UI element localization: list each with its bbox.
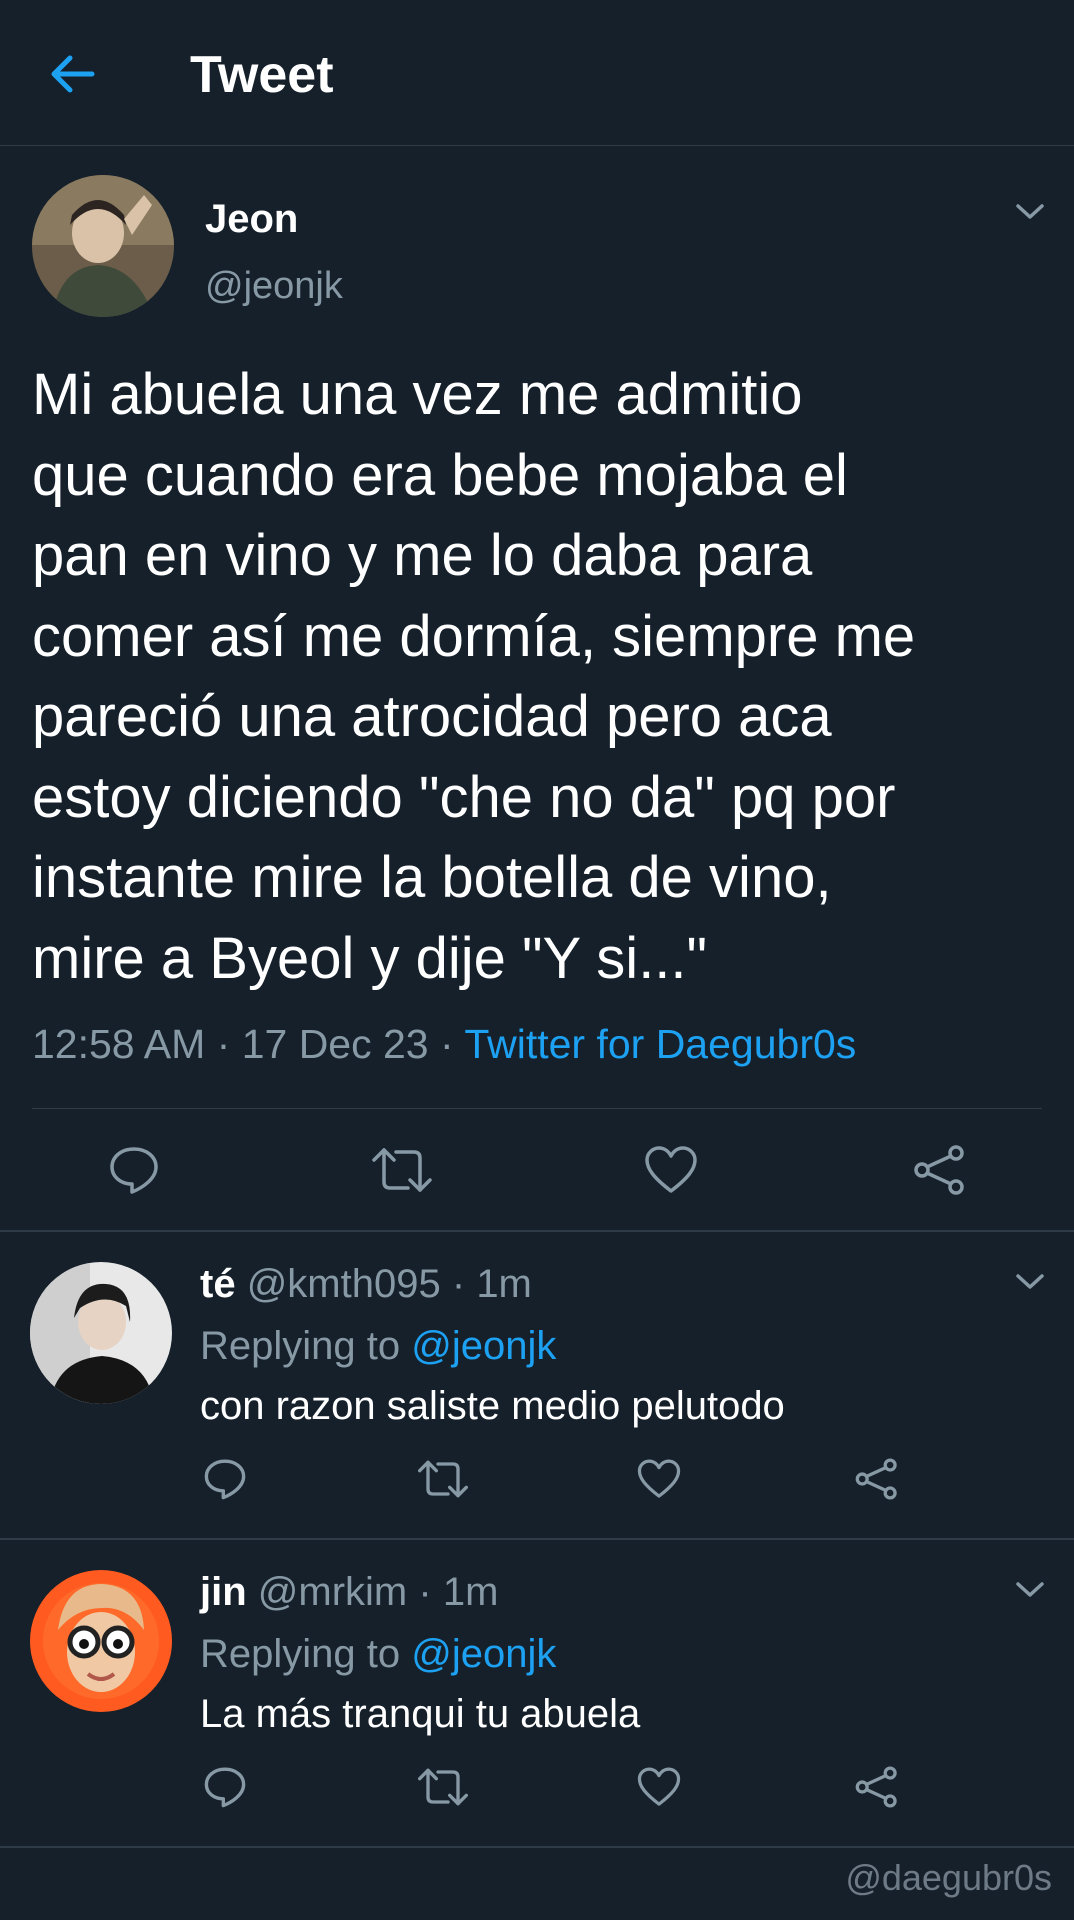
share-button[interactable]: [910, 1140, 970, 1200]
reply-tweet[interactable]: té @kmth095 · 1m Replying to @jeonjk con…: [0, 1232, 1074, 1540]
replying-to-mention[interactable]: @jeonjk: [411, 1632, 556, 1676]
chevron-down-icon: [1016, 1582, 1044, 1597]
tweet-text-line: instante mire la botella de vino,: [32, 845, 832, 910]
back-button[interactable]: [42, 46, 102, 102]
retweet-icon: [372, 1148, 432, 1192]
avatar-image: [32, 175, 174, 317]
avatar[interactable]: [30, 1570, 172, 1712]
author-name[interactable]: Jeon: [205, 197, 298, 242]
chevron-down-icon: [1016, 1274, 1044, 1289]
retweet-icon: [418, 1768, 468, 1806]
replying-to-label: Replying to: [200, 1324, 401, 1368]
tweet-text-line: comer así me dormía, siempre me: [32, 603, 916, 669]
tweet-meta: 12:58 AM · 17 Dec 23 · Twitter for Daegu…: [32, 1021, 856, 1068]
heart-icon: [637, 1767, 681, 1806]
replying-to: Replying to @jeonjk: [200, 1324, 556, 1369]
reply-button[interactable]: [200, 1454, 250, 1504]
top-bar: Tweet: [0, 0, 1074, 146]
tweet-menu-button[interactable]: [1010, 192, 1050, 232]
reply-tweet[interactable]: jin @mrkim · 1m Replying to @jeonjk La m…: [0, 1540, 1074, 1848]
reply-actions: [0, 1762, 1074, 1812]
reply-icon: [110, 1147, 158, 1194]
page-title: Tweet: [190, 46, 334, 104]
heart-icon: [645, 1146, 697, 1193]
tweet-text-line: estoy diciendo "che no da" pq por: [32, 764, 896, 830]
reply-time: 1m: [476, 1262, 532, 1306]
meta-separator: ·: [451, 1262, 466, 1306]
tweet-actions: [0, 1140, 1074, 1200]
reply-author-name[interactable]: té: [200, 1262, 236, 1306]
arrow-left-icon: [51, 55, 95, 93]
reply-menu-button[interactable]: [1010, 1570, 1050, 1610]
reply-header: jin @mrkim · 1m: [200, 1570, 498, 1615]
tweet-source-link[interactable]: Twitter for Daegubr0s: [464, 1021, 856, 1067]
reply-time: 1m: [442, 1570, 499, 1614]
like-button[interactable]: [634, 1762, 684, 1812]
tweet-text-line: Mi abuela una vez me admitio: [32, 362, 803, 427]
watermark: @daegubr0s: [845, 1857, 1052, 1898]
chevron-down-icon: [1016, 204, 1044, 219]
meta-separator: ·: [418, 1570, 432, 1614]
reply-text: La más tranqui tu abuela: [200, 1692, 641, 1736]
meta-separator: ·: [216, 1021, 231, 1067]
tweet-time: 12:58 AM: [32, 1021, 206, 1067]
tweet-text: Mi abuela una vez me admitio que cuando …: [32, 355, 1042, 999]
replying-to: Replying to @jeonjk: [200, 1632, 556, 1677]
reply-author-handle[interactable]: @kmth095: [247, 1262, 441, 1306]
like-button[interactable]: [641, 1140, 701, 1200]
retweet-button[interactable]: [418, 1762, 468, 1812]
tweet-page: Tweet Jeon @jeonjk Mi abuela una vez me …: [0, 0, 1074, 1920]
tweet-text-line: pareció una atrocidad pero aca: [32, 684, 832, 749]
reply-icon: [204, 1459, 246, 1500]
avatar[interactable]: [30, 1262, 172, 1404]
replying-to-mention[interactable]: @jeonjk: [411, 1324, 556, 1368]
replying-to-label: Replying to: [200, 1632, 401, 1676]
reply-header: té @kmth095 · 1m: [200, 1262, 532, 1307]
reply-author-handle[interactable]: @mrkim: [258, 1570, 407, 1614]
reply-icon: [204, 1767, 246, 1808]
meta-separator: ·: [440, 1021, 454, 1067]
retweet-button[interactable]: [418, 1454, 468, 1504]
reply-button[interactable]: [104, 1140, 164, 1200]
reply-text: con razon saliste medio pelutodo: [200, 1384, 785, 1428]
avatar[interactable]: [32, 175, 174, 317]
divider: [32, 1108, 1042, 1109]
share-button[interactable]: [852, 1454, 902, 1504]
reply-author-name[interactable]: jin: [200, 1570, 247, 1614]
reply-button[interactable]: [200, 1762, 250, 1812]
divider: [0, 1846, 1074, 1848]
tweet-text-line: que cuando era bebe mojaba el: [32, 442, 848, 508]
tweet-text-line: mire a Byeol y dije "Y si...": [32, 925, 708, 991]
share-icon: [855, 1766, 897, 1808]
avatar-image: [30, 1570, 172, 1712]
reply-menu-button[interactable]: [1010, 1262, 1050, 1302]
retweet-icon: [418, 1460, 468, 1498]
share-icon: [855, 1458, 897, 1500]
heart-icon: [637, 1459, 681, 1498]
tweet-date: 17 Dec 23: [241, 1021, 429, 1067]
reply-actions: [0, 1454, 1074, 1504]
author-handle[interactable]: @jeonjk: [205, 265, 343, 308]
share-button[interactable]: [852, 1762, 902, 1812]
like-button[interactable]: [634, 1454, 684, 1504]
avatar-image: [30, 1262, 172, 1404]
retweet-button[interactable]: [372, 1140, 432, 1200]
tweet-text-line: pan en vino y me lo daba para: [32, 523, 813, 588]
share-icon: [914, 1145, 964, 1195]
